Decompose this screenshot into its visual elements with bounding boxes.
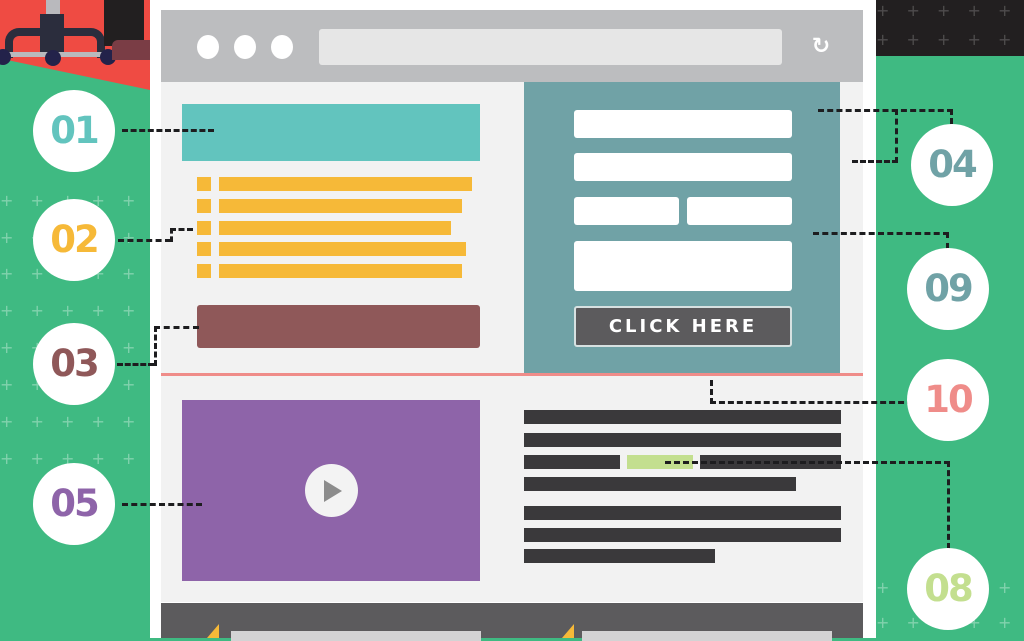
callout-01: 01 [33, 90, 115, 172]
list-item [219, 177, 472, 191]
footer-arrow-icon [562, 624, 574, 638]
connector-02 [170, 228, 193, 242]
callout-05: 05 [33, 463, 115, 545]
connector-09 [813, 232, 949, 249]
connector-05 [122, 503, 202, 506]
bullet-icon [197, 264, 211, 278]
bullet-icon [197, 177, 211, 191]
list-item [219, 264, 462, 278]
footer-arrow-icon [207, 624, 219, 638]
plus-pattern: + + + + + + + + + + + + + [0, 414, 150, 430]
text-line [524, 433, 841, 447]
connector-10 [710, 380, 913, 404]
connector-01 [122, 129, 214, 132]
form-field-1[interactable] [574, 110, 792, 138]
url-bar[interactable] [319, 29, 782, 65]
form-field-3[interactable] [574, 197, 679, 225]
window-control-dot-icon[interactable] [234, 35, 256, 59]
office-chair-illustration [0, 0, 150, 70]
list-item [219, 199, 462, 213]
connector-08 [665, 461, 950, 549]
plus-pattern: + + + + + + + + + + + + [876, 32, 1024, 48]
reload-icon[interactable]: ↻ [808, 33, 834, 61]
form-field-2[interactable] [574, 153, 792, 181]
plus-pattern: + + + + + + + + + + + + [876, 3, 1024, 19]
window-control-dot-icon[interactable] [197, 35, 219, 59]
footer-item[interactable] [231, 631, 481, 641]
callout-04: 04 [911, 124, 993, 206]
plus-pattern: + + + + + + + + + + + + + [0, 303, 150, 319]
list-item [219, 242, 466, 256]
bullet-icon [197, 242, 211, 256]
text-line [524, 455, 620, 469]
text-line [524, 549, 715, 563]
list-item [219, 221, 451, 235]
text-line [524, 410, 841, 424]
divider-line [161, 373, 863, 376]
connector-03 [117, 363, 154, 366]
header-block [182, 104, 480, 161]
callout-09: 09 [907, 248, 989, 330]
callout-03: 03 [33, 323, 115, 405]
form-textarea[interactable] [574, 241, 792, 291]
window-control-dot-icon[interactable] [271, 35, 293, 59]
click-here-button[interactable]: CLICK HERE [574, 306, 792, 347]
connector-04 [852, 109, 898, 163]
bullet-icon [197, 199, 211, 213]
callout-08: 08 [907, 548, 989, 630]
play-icon [324, 480, 342, 502]
callout-10: 10 [907, 359, 989, 441]
connector-03 [154, 326, 199, 366]
bullet-icon [197, 221, 211, 235]
cta-bar[interactable] [197, 305, 480, 348]
footer-item[interactable] [582, 631, 832, 641]
callout-02: 02 [33, 199, 115, 281]
form-field-4[interactable] [687, 197, 792, 225]
connector-02 [118, 239, 171, 242]
